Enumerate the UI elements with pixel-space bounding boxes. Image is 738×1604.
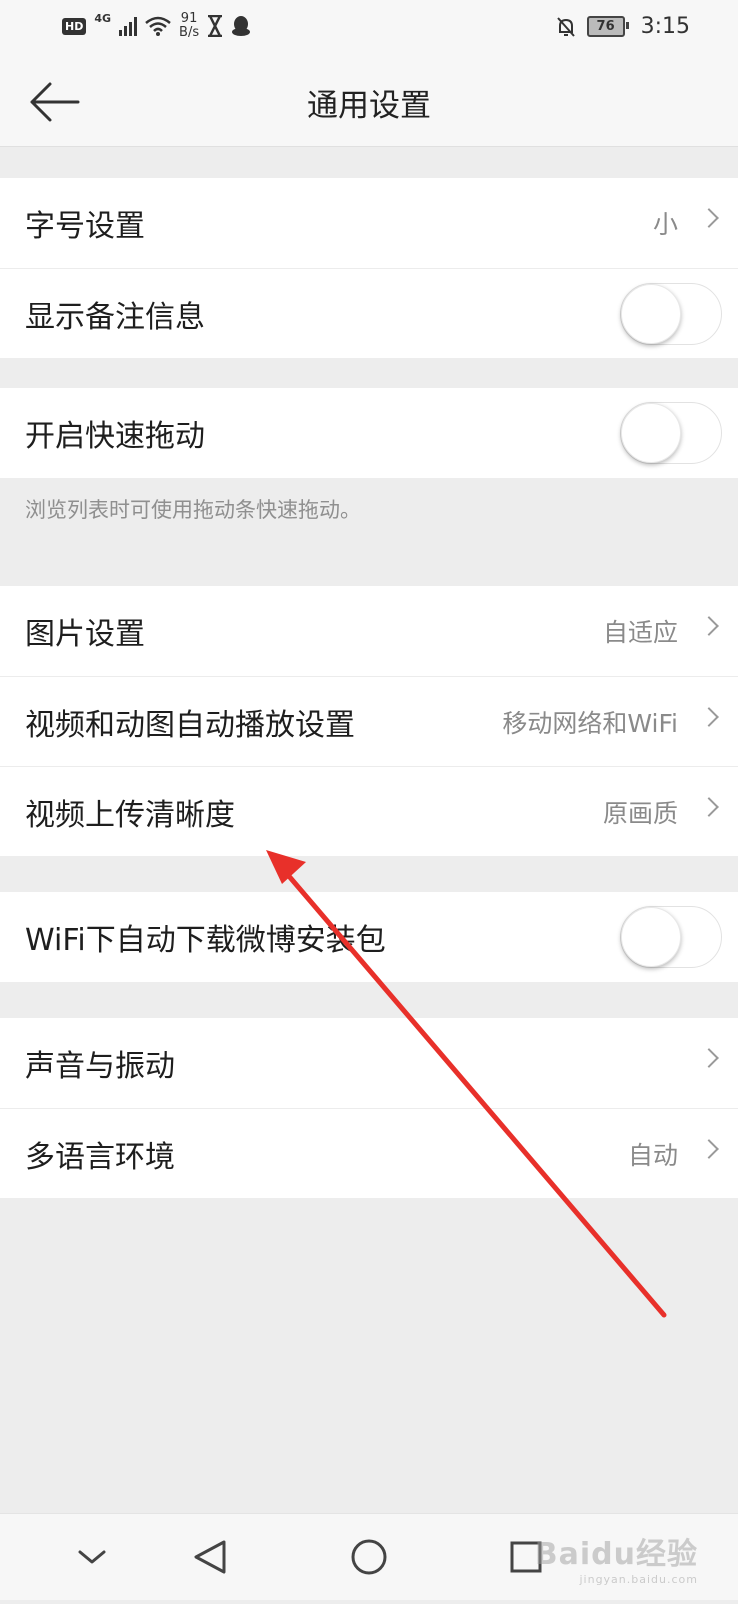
watermark-url: jingyan.baidu.com: [579, 1573, 698, 1586]
chevron-right-icon: [699, 707, 719, 727]
image-setting-value: 自适应: [602, 618, 678, 647]
speed-value: 91: [180, 11, 198, 26]
baidu-watermark: Baidu经验 jingyan.baidu.com: [535, 1529, 698, 1586]
wifi-auto-download-row: WiFi下自动下载微博安装包: [0, 892, 738, 982]
clock: 3:15: [640, 14, 690, 39]
status-bar: HD 4G 91 B/s 76 3:15: [0, 0, 738, 58]
chevron-right-icon: [699, 797, 719, 817]
network-type-label: 4G: [94, 11, 112, 25]
language-setting-label: 多语言环境: [25, 1139, 175, 1175]
image-setting-row[interactable]: 图片设置 自适应: [0, 586, 738, 676]
quick-drag-toggle[interactable]: [620, 402, 722, 464]
wifi-auto-download-toggle[interactable]: [620, 906, 722, 968]
wifi-auto-download-label: WiFi下自动下载微博安装包: [25, 923, 386, 958]
video-upload-quality-label: 视频上传清晰度: [25, 797, 235, 833]
font-size-setting-row[interactable]: 字号设置 小: [0, 178, 738, 268]
app-header: 通用设置: [0, 58, 738, 147]
show-remark-toggle[interactable]: [620, 283, 722, 345]
nav-back-button[interactable]: [170, 1514, 250, 1600]
autoplay-setting-row[interactable]: 视频和动图自动播放设置 移动网络和WiFi: [0, 676, 738, 766]
toggle-knob: [621, 907, 681, 967]
image-setting-label: 图片设置: [25, 617, 145, 652]
language-setting-value: 自动: [627, 1140, 678, 1170]
watermark-brand: Baidu经验: [534, 1537, 698, 1572]
show-remark-setting-row: 显示备注信息: [0, 268, 738, 358]
network-speed: 91 B/s: [179, 12, 199, 40]
system-nav-bar: Baidu经验 jingyan.baidu.com: [0, 1513, 738, 1600]
sound-vibration-row[interactable]: 声音与振动: [0, 1018, 738, 1108]
hourglass-icon: [208, 15, 223, 37]
video-upload-quality-row[interactable]: 视频上传清晰度 原画质: [0, 766, 738, 856]
wifi-icon: [145, 16, 171, 36]
settings-group-misc: 声音与振动 多语言环境 自动: [0, 1018, 738, 1198]
chevron-right-icon: [699, 1139, 719, 1159]
font-size-setting-label: 字号设置: [25, 209, 145, 244]
chevron-right-icon: [699, 208, 719, 228]
autoplay-setting-value: 移动网络和WiFi: [502, 708, 678, 738]
show-remark-setting-label: 显示备注信息: [25, 299, 205, 335]
chevron-right-icon: [699, 616, 719, 636]
video-upload-quality-value: 原画质: [602, 798, 678, 828]
language-setting-row[interactable]: 多语言环境 自动: [0, 1108, 738, 1198]
qq-icon: [232, 16, 251, 36]
hd-icon: HD: [62, 17, 87, 35]
sound-vibration-label: 声音与振动: [25, 1049, 175, 1084]
chevron-right-icon: [699, 1048, 719, 1068]
settings-group-drag: 开启快速拖动: [0, 388, 738, 478]
settings-group-download: WiFi下自动下载微博安装包: [0, 892, 738, 982]
autoplay-setting-label: 视频和动图自动播放设置: [25, 707, 355, 743]
nav-home-button[interactable]: [329, 1514, 409, 1600]
speed-unit: B/s: [179, 25, 200, 40]
settings-group-display: 字号设置 小 显示备注信息: [0, 178, 738, 358]
toggle-knob: [621, 403, 681, 463]
quick-drag-hint: 浏览列表时可使用拖动条快速拖动。: [25, 498, 361, 522]
quick-drag-setting-row: 开启快速拖动: [0, 388, 738, 478]
chevron-down-icon: [78, 1550, 106, 1564]
settings-group-media: 图片设置 自适应 视频和动图自动播放设置 移动网络和WiFi 视频上传清晰度 原…: [0, 586, 738, 856]
toggle-knob: [621, 284, 681, 344]
mute-bell-icon: [556, 16, 575, 37]
circle-home-icon: [351, 1539, 387, 1575]
page-title: 通用设置: [307, 88, 431, 124]
signal-icon: [119, 16, 138, 36]
font-size-setting-value: 小: [652, 210, 678, 239]
triangle-back-icon: [194, 1540, 226, 1574]
battery-icon: 76: [586, 16, 629, 37]
quick-drag-setting-label: 开启快速拖动: [25, 419, 205, 454]
nav-collapse-button[interactable]: [52, 1514, 132, 1600]
